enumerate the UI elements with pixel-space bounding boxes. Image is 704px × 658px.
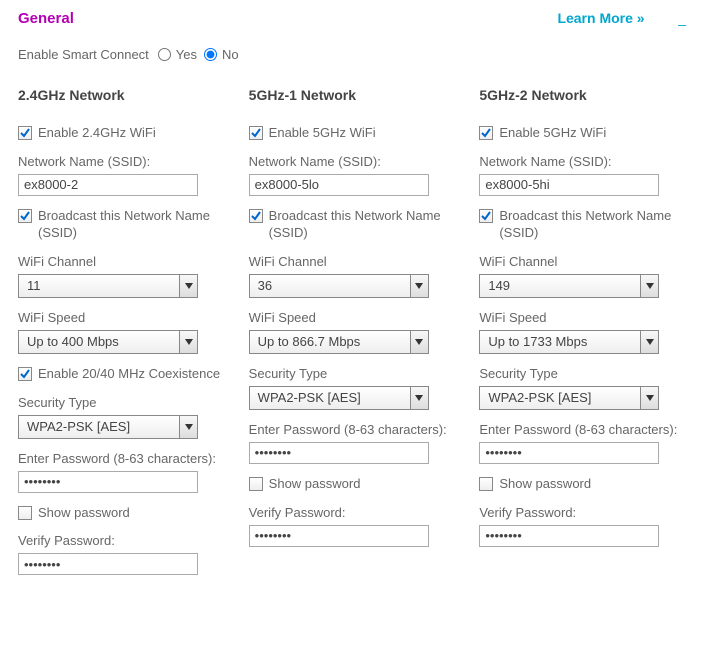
broadcast-24-checkbox[interactable] <box>18 209 32 223</box>
sectype-24-select[interactable]: WPA2-PSK [AES] <box>18 415 198 439</box>
enable-5a-checkbox[interactable] <box>249 126 263 140</box>
channel-5a-value: 36 <box>250 278 410 293</box>
speed-5b-label: WiFi Speed <box>479 310 686 325</box>
chevron-down-icon <box>410 331 428 353</box>
password-5a-label: Enter Password (8-63 characters): <box>249 422 456 437</box>
band-5a-column: 5GHz-1 Network Enable 5GHz WiFi Network … <box>249 87 456 587</box>
verify-5a-input[interactable] <box>249 525 429 547</box>
showpw-5b-label: Show password <box>499 476 591 493</box>
channel-5a-select[interactable]: 36 <box>249 274 429 298</box>
chevron-down-icon <box>640 387 658 409</box>
band-5b-title: 5GHz-2 Network <box>479 87 686 103</box>
password-24-label: Enter Password (8-63 characters): <box>18 451 225 466</box>
chevron-down-icon <box>179 275 197 297</box>
showpw-5a-label: Show password <box>269 476 361 493</box>
sectype-5a-select[interactable]: WPA2-PSK [AES] <box>249 386 429 410</box>
band-5b-column: 5GHz-2 Network Enable 5GHz WiFi Network … <box>479 87 686 587</box>
password-5b-input[interactable] <box>479 442 659 464</box>
sectype-24-value: WPA2-PSK [AES] <box>19 419 179 434</box>
chevron-down-icon <box>179 331 197 353</box>
channel-24-label: WiFi Channel <box>18 254 225 269</box>
channel-5b-label: WiFi Channel <box>479 254 686 269</box>
channel-5a-label: WiFi Channel <box>249 254 456 269</box>
ssid-5a-label: Network Name (SSID): <box>249 154 456 169</box>
broadcast-5b-checkbox[interactable] <box>479 209 493 223</box>
ssid-5b-label: Network Name (SSID): <box>479 154 686 169</box>
speed-5b-select[interactable]: Up to 1733 Mbps <box>479 330 659 354</box>
coexist-24-checkbox[interactable] <box>18 367 32 381</box>
smart-connect-no-radio[interactable] <box>204 48 217 61</box>
broadcast-24-label: Broadcast this Network Name (SSID) <box>38 208 225 242</box>
ssid-5b-input[interactable] <box>479 174 659 196</box>
speed-5a-label: WiFi Speed <box>249 310 456 325</box>
coexist-24-label: Enable 20/40 MHz Coexistence <box>38 366 220 383</box>
page-title: General <box>18 10 74 27</box>
speed-5a-select[interactable]: Up to 866.7 Mbps <box>249 330 429 354</box>
sectype-5a-label: Security Type <box>249 366 456 381</box>
channel-24-select[interactable]: 11 <box>18 274 198 298</box>
enable-24-checkbox[interactable] <box>18 126 32 140</box>
enable-5b-checkbox[interactable] <box>479 126 493 140</box>
chevron-down-icon <box>640 331 658 353</box>
showpw-5b-checkbox[interactable] <box>479 477 493 491</box>
password-5b-label: Enter Password (8-63 characters): <box>479 422 686 437</box>
speed-24-select[interactable]: Up to 400 Mbps <box>18 330 198 354</box>
broadcast-5b-label: Broadcast this Network Name (SSID) <box>499 208 686 242</box>
ssid-24-label: Network Name (SSID): <box>18 154 225 169</box>
smart-connect-no-label: No <box>222 47 239 62</box>
ssid-5a-input[interactable] <box>249 174 429 196</box>
learn-more-link[interactable]: Learn More » <box>557 10 644 26</box>
speed-5b-value: Up to 1733 Mbps <box>480 334 640 349</box>
ssid-24-input[interactable] <box>18 174 198 196</box>
speed-24-label: WiFi Speed <box>18 310 225 325</box>
verify-5b-input[interactable] <box>479 525 659 547</box>
chevron-down-icon <box>410 275 428 297</box>
speed-5a-value: Up to 866.7 Mbps <box>250 334 410 349</box>
smart-connect-yes-label: Yes <box>176 47 197 62</box>
smart-connect-row: Enable Smart Connect Yes No <box>18 47 686 62</box>
chevron-down-icon <box>179 416 197 438</box>
band-24-column: 2.4GHz Network Enable 2.4GHz WiFi Networ… <box>18 87 225 587</box>
broadcast-5a-label: Broadcast this Network Name (SSID) <box>269 208 456 242</box>
enable-5a-label: Enable 5GHz WiFi <box>269 125 376 142</box>
enable-5b-label: Enable 5GHz WiFi <box>499 125 606 142</box>
sectype-5b-value: WPA2-PSK [AES] <box>480 390 640 405</box>
sectype-5b-label: Security Type <box>479 366 686 381</box>
showpw-24-checkbox[interactable] <box>18 506 32 520</box>
verify-24-label: Verify Password: <box>18 533 225 548</box>
verify-24-input[interactable] <box>18 553 198 575</box>
sectype-5b-select[interactable]: WPA2-PSK [AES] <box>479 386 659 410</box>
smart-connect-label: Enable Smart Connect <box>18 47 149 62</box>
enable-24-label: Enable 2.4GHz WiFi <box>38 125 156 142</box>
band-24-title: 2.4GHz Network <box>18 87 225 103</box>
sectype-24-label: Security Type <box>18 395 225 410</box>
channel-24-value: 11 <box>19 278 179 293</box>
showpw-24-label: Show password <box>38 505 130 522</box>
speed-24-value: Up to 400 Mbps <box>19 334 179 349</box>
verify-5b-label: Verify Password: <box>479 505 686 520</box>
password-5a-input[interactable] <box>249 442 429 464</box>
showpw-5a-checkbox[interactable] <box>249 477 263 491</box>
channel-5b-select[interactable]: 149 <box>479 274 659 298</box>
chevron-down-icon <box>410 387 428 409</box>
channel-5b-value: 149 <box>480 278 640 293</box>
verify-5a-label: Verify Password: <box>249 505 456 520</box>
minimize-icon[interactable]: _ <box>678 10 686 26</box>
password-24-input[interactable] <box>18 471 198 493</box>
smart-connect-yes-radio[interactable] <box>158 48 171 61</box>
chevron-down-icon <box>640 275 658 297</box>
sectype-5a-value: WPA2-PSK [AES] <box>250 390 410 405</box>
band-5a-title: 5GHz-1 Network <box>249 87 456 103</box>
broadcast-5a-checkbox[interactable] <box>249 209 263 223</box>
